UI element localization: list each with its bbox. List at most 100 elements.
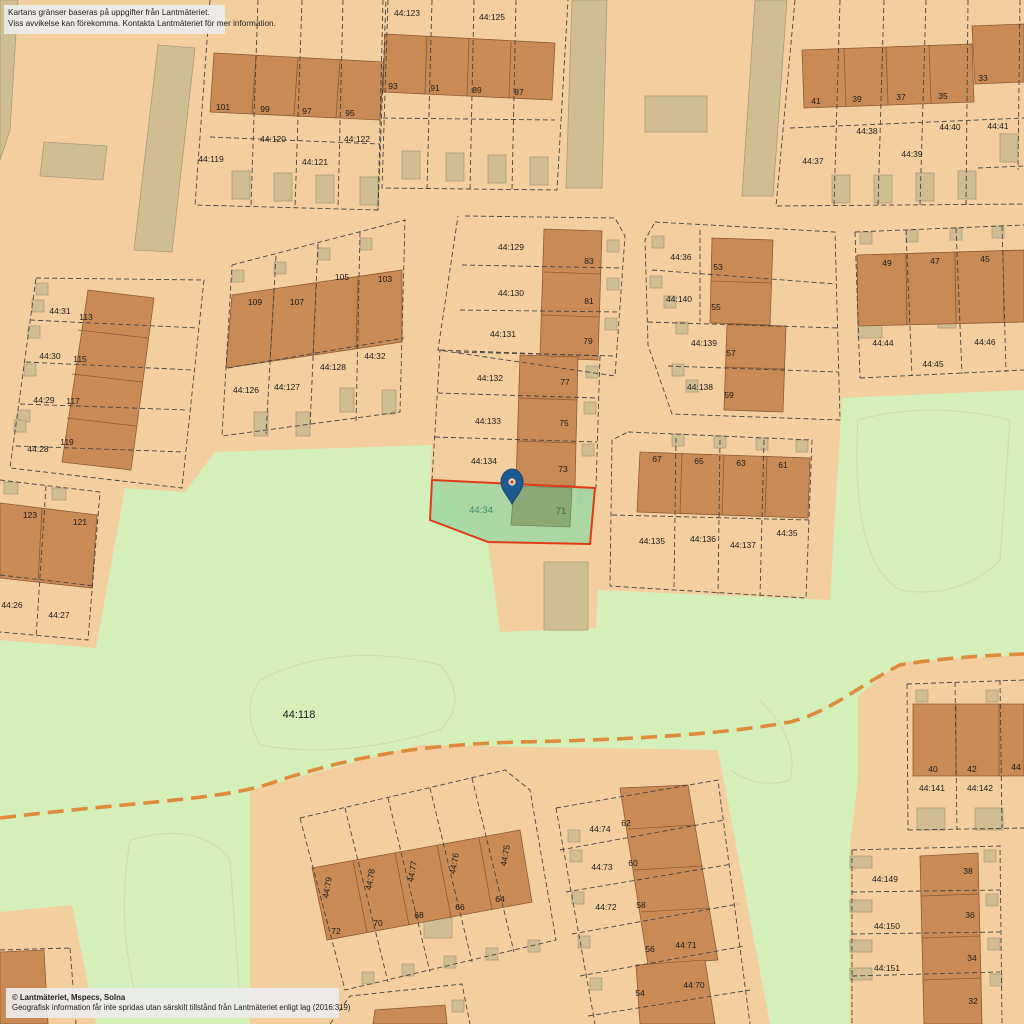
house-number-label: 42	[967, 764, 977, 774]
house-number-label: 99	[260, 104, 270, 114]
house-number-label: 117	[66, 396, 80, 406]
parcel-label: 44:123	[394, 8, 420, 18]
parcel-label: 44:139	[691, 338, 717, 348]
house-number-label: 77	[560, 377, 570, 387]
parcel-label: 44:37	[802, 156, 824, 166]
parcel-label: 44:29	[33, 395, 55, 405]
house-number-label: 34	[967, 953, 977, 963]
boundary-notice: Kartans gränser baseras på uppgifter frå…	[4, 5, 276, 34]
house-number-label: 33	[978, 73, 988, 83]
parcel-label: 44:26	[1, 600, 23, 610]
house-number-label: 57	[726, 348, 736, 358]
parcel-label: 44:45	[922, 359, 944, 369]
parcel-label: 44:32	[364, 351, 386, 361]
house-number-label: 64	[495, 894, 505, 904]
parcel-label: 44:140	[666, 294, 692, 304]
parcel-label: 44:28	[27, 444, 49, 454]
parcel-label: 44:125	[479, 12, 505, 22]
parcel-label: 44:122	[344, 134, 370, 144]
copyright-notice: © Lantmäteriet, Mspecs, Solna Geografisk…	[6, 988, 350, 1018]
house-number-label: 123	[23, 510, 37, 520]
house-number-label: 70	[373, 918, 383, 928]
parcel-label: 44:38	[856, 126, 878, 136]
house-number-label: 109	[248, 297, 262, 307]
parcel-label: 44:35	[776, 528, 798, 538]
house-number-label: 65	[694, 456, 704, 466]
house-number-label: 39	[852, 94, 862, 104]
parcel-label: 44:132	[477, 373, 503, 383]
parcel-label: 44:131	[490, 329, 516, 339]
parcel-label: 44:150	[874, 921, 900, 931]
house-number-label: 55	[711, 302, 721, 312]
house-number-label: 119	[60, 437, 74, 447]
parcel-label: 44:71	[675, 940, 697, 950]
house-number-label: 32	[968, 996, 978, 1006]
parcel-label: 44:136	[690, 534, 716, 544]
house-number-label: 87	[514, 87, 524, 97]
house-number-label: 36	[965, 910, 975, 920]
house-number-label: 60	[628, 858, 638, 868]
selected-parcel-house-number: 71	[556, 506, 567, 517]
parcel-label: 44:74	[589, 824, 611, 834]
house-number-label: 72	[331, 926, 341, 936]
selected-parcel-label: 44:34	[469, 505, 493, 516]
parcel-label: 44:137	[730, 540, 756, 550]
parcel-label: 44:41	[987, 121, 1009, 131]
house-number-label: 38	[963, 866, 973, 876]
parcel-label: 44:36	[670, 252, 692, 262]
parcel-label: 44:141	[919, 783, 945, 793]
parcel-label: 44:130	[498, 288, 524, 298]
house-number-label: 44	[1011, 762, 1021, 772]
parcel-label: 44:73	[591, 862, 613, 872]
parcel-label: 44:121	[302, 157, 328, 167]
house-number-label: 41	[811, 96, 821, 106]
parcel-label: 44:149	[872, 874, 898, 884]
parcel-label: 44:44	[872, 338, 894, 348]
parcel-label: 44:30	[39, 351, 61, 361]
house-number-label: 62	[621, 818, 631, 828]
house-number-label: 66	[455, 902, 465, 912]
parcel-label: 44:129	[498, 242, 524, 252]
house-number-label: 83	[584, 256, 594, 266]
house-number-label: 103	[378, 274, 392, 284]
house-number-label: 53	[713, 262, 723, 272]
house-number-label: 47	[930, 256, 940, 266]
house-number-label: 37	[896, 92, 906, 102]
parcel-label: 44:46	[974, 337, 996, 347]
house-number-label: 75	[559, 418, 569, 428]
house-number-label: 89	[472, 85, 482, 95]
parcel-label: 44:27	[48, 610, 70, 620]
house-number-label: 35	[938, 91, 948, 101]
parcel-label: 44:70	[683, 980, 705, 990]
parcel-label: 44:126	[233, 385, 259, 395]
house-number-label: 49	[882, 258, 892, 268]
house-number-label: 113	[79, 312, 93, 322]
parcel-label: 44:127	[274, 382, 300, 392]
parcel-label: 44:135	[639, 536, 665, 546]
parcel-label: 44:40	[939, 122, 961, 132]
house-number-label: 63	[736, 458, 746, 468]
parcel-label: 44:138	[687, 382, 713, 392]
house-number-label: 61	[778, 460, 788, 470]
parcel-label: 44:119	[198, 154, 224, 164]
house-number-label: 45	[980, 254, 990, 264]
house-number-label: 54	[635, 988, 645, 998]
parcel-label: 44:120	[260, 134, 286, 144]
house-number-label: 58	[636, 900, 646, 910]
parcel-label: 44:133	[475, 416, 501, 426]
property-map[interactable]: 101 99 97 95 93 91 89 87 41 39 37 35 33 113 115 117 119 1…	[0, 0, 1024, 1024]
parcel-label: 44:134	[471, 456, 497, 466]
house-number-label: 67	[652, 454, 662, 464]
house-number-label: 121	[73, 517, 87, 527]
parcel-label: 44:39	[901, 149, 923, 159]
house-number-label: 93	[388, 81, 398, 91]
house-number-label: 40	[928, 764, 938, 774]
parcel-label: 44:72	[595, 902, 617, 912]
house-number-label: 105	[335, 272, 349, 282]
parcel-label: 44:128	[320, 362, 346, 372]
parcel-label: 44:151	[874, 963, 900, 973]
large-parcel-label: 44:118	[283, 709, 316, 721]
house-number-label: 97	[302, 106, 312, 116]
house-number-label: 68	[414, 910, 424, 920]
house-number-label: 56	[645, 944, 655, 954]
